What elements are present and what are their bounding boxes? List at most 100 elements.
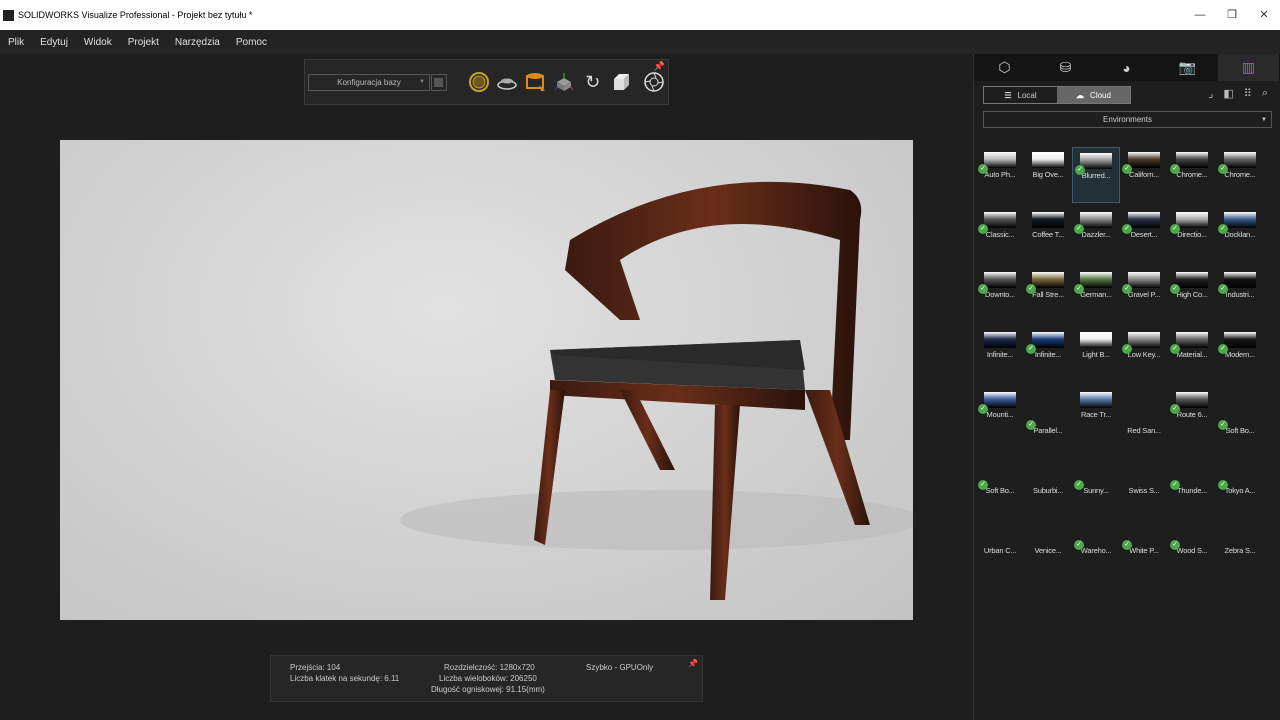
chevron-down-icon: ▼: [1261, 116, 1267, 123]
environment-item[interactable]: Big Ove...: [1024, 147, 1072, 207]
environment-item[interactable]: Infinite...: [976, 327, 1024, 387]
environment-item[interactable]: Blurred... ✓: [1072, 147, 1120, 203]
environment-item[interactable]: Swiss S...: [1120, 447, 1168, 507]
axis-transform-icon[interactable]: [550, 70, 579, 94]
environment-item[interactable]: Soft Bo... ✓: [1216, 387, 1264, 447]
environment-item[interactable]: Gravel P... ✓: [1120, 267, 1168, 327]
environment-item[interactable]: Wood S... ✓: [1168, 507, 1216, 567]
downloaded-check-icon: ✓: [1026, 284, 1036, 294]
environment-item[interactable]: Chrome... ✓: [1168, 147, 1216, 207]
environment-item[interactable]: Race Tr...: [1072, 387, 1120, 447]
environment-label: Mounti...: [986, 410, 1014, 419]
environment-label: Directio...: [1177, 230, 1207, 239]
upload-icon[interactable]: ⌟: [1208, 87, 1213, 100]
render-mode-icon[interactable]: [464, 70, 493, 94]
environment-item[interactable]: Downto... ✓: [976, 267, 1024, 327]
environment-item[interactable]: Sunny... ✓: [1072, 447, 1120, 507]
environment-item[interactable]: Light B...: [1072, 327, 1120, 387]
cloud-button[interactable]: ☁ Cloud: [1057, 87, 1130, 103]
environment-item[interactable]: Wareho... ✓: [1072, 507, 1120, 567]
environment-item[interactable]: Urban C...: [976, 507, 1024, 567]
environment-thumbnail: [1128, 152, 1160, 168]
libraries-tab-icon[interactable]: ▥: [1218, 54, 1279, 81]
render-viewport[interactable]: [60, 140, 920, 620]
search-icon[interactable]: ⌕: [1262, 87, 1268, 100]
environment-item[interactable]: White P... ✓: [1120, 507, 1168, 567]
environment-item[interactable]: Route 6... ✓: [1168, 387, 1216, 447]
environment-item[interactable]: Venice...: [1024, 507, 1072, 567]
environment-thumbnail: [1128, 332, 1160, 348]
environment-thumbnail: [1128, 272, 1160, 288]
environment-item[interactable]: High Co... ✓: [1168, 267, 1216, 327]
restore-button[interactable]: ❐: [1216, 0, 1248, 30]
downloaded-check-icon: ✓: [1218, 344, 1228, 354]
environment-item[interactable]: Red San...: [1120, 387, 1168, 447]
environment-item[interactable]: Soft Bo... ✓: [976, 447, 1024, 507]
downloaded-check-icon: ✓: [1170, 284, 1180, 294]
scenes-tab-icon[interactable]: ◕: [1096, 54, 1157, 81]
focal-length-readout: Długość ogniskowej: 91.15(mm): [431, 685, 545, 694]
menu-edit[interactable]: Edytuj: [32, 37, 76, 48]
cameras-tab-icon[interactable]: 📷: [1157, 54, 1218, 81]
environment-item[interactable]: Auto Ph... ✓: [976, 147, 1024, 207]
menu-project[interactable]: Projekt: [120, 37, 167, 48]
environment-item[interactable]: Suburbi...: [1024, 447, 1072, 507]
local-button[interactable]: ☰ Local: [984, 87, 1057, 103]
environment-label: Downto...: [985, 290, 1015, 299]
category-label: Environments: [1103, 115, 1152, 124]
environment-item[interactable]: Zebra S...: [1216, 507, 1264, 567]
environment-item[interactable]: Modern... ✓: [1216, 327, 1264, 387]
database-select-icon[interactable]: [521, 70, 550, 94]
environment-label: Wood S...: [1176, 546, 1208, 555]
configuration-select[interactable]: Konfiguracja bazy ▼: [308, 73, 430, 91]
downloaded-check-icon: ✓: [1026, 344, 1036, 354]
environment-item[interactable]: Tokyo A... ✓: [1216, 447, 1264, 507]
menu-file[interactable]: Plik: [0, 37, 32, 48]
environment-thumbnail: [984, 392, 1016, 408]
environment-item[interactable]: Fall Stre... ✓: [1024, 267, 1072, 327]
environment-label: Swiss S...: [1128, 486, 1160, 495]
environment-item[interactable]: Docklan... ✓: [1216, 207, 1264, 267]
models-tab-icon[interactable]: ⬡: [974, 54, 1035, 81]
grid-view-icon[interactable]: ⠿: [1244, 87, 1252, 100]
environment-item[interactable]: Coffee T...: [1024, 207, 1072, 267]
environment-item[interactable]: Classic... ✓: [976, 207, 1024, 267]
turntable-icon[interactable]: [493, 70, 522, 94]
environment-item[interactable]: Mounti... ✓: [976, 387, 1024, 447]
environment-thumbnail: [1224, 332, 1256, 348]
environment-label: Desert...: [1130, 230, 1158, 239]
menu-view[interactable]: Widok: [76, 37, 120, 48]
environment-item[interactable]: Chrome... ✓: [1216, 147, 1264, 207]
menu-tools[interactable]: Narzędzia: [167, 37, 228, 48]
environment-item[interactable]: Parallel... ✓: [1024, 387, 1072, 447]
close-button[interactable]: ✕: [1248, 0, 1280, 30]
appearances-tab-icon[interactable]: ⛁: [1035, 54, 1096, 81]
environment-item[interactable]: Industri... ✓: [1216, 267, 1264, 327]
camera-aperture-icon[interactable]: [640, 70, 669, 94]
refresh-icon[interactable]: ↻: [578, 70, 607, 94]
environment-item[interactable]: Dazzler... ✓: [1072, 207, 1120, 267]
downloaded-check-icon: ✓: [1122, 224, 1132, 234]
environment-label: Big Ove...: [1032, 170, 1064, 179]
category-select[interactable]: Environments ▼: [983, 111, 1272, 128]
environment-item[interactable]: Material... ✓: [1168, 327, 1216, 387]
color-swatch-button[interactable]: [430, 73, 447, 91]
environment-label: Parallel...: [1033, 426, 1063, 435]
environment-item[interactable]: Desert... ✓: [1120, 207, 1168, 267]
cube-view-icon[interactable]: [607, 70, 636, 94]
environment-thumbnail: [1128, 212, 1160, 228]
minimize-button[interactable]: —: [1184, 0, 1216, 30]
environment-item[interactable]: Infinite... ✓: [1024, 327, 1072, 387]
pin-icon[interactable]: 📌: [654, 61, 665, 72]
environment-label: Classic...: [985, 230, 1015, 239]
title-bar: SOLIDWORKS Visualize Professional - Proj…: [0, 0, 1280, 30]
pin-icon[interactable]: 📌: [688, 658, 698, 669]
environment-item[interactable]: German... ✓: [1072, 267, 1120, 327]
environment-item[interactable]: Low Key... ✓: [1120, 327, 1168, 387]
split-view-icon[interactable]: ◧: [1223, 87, 1233, 100]
environment-item[interactable]: Californ... ✓: [1120, 147, 1168, 207]
environment-item[interactable]: Thunde... ✓: [1168, 447, 1216, 507]
environment-item[interactable]: Directio... ✓: [1168, 207, 1216, 267]
environment-thumbnail: [1032, 272, 1064, 288]
menu-help[interactable]: Pomoc: [228, 37, 275, 48]
